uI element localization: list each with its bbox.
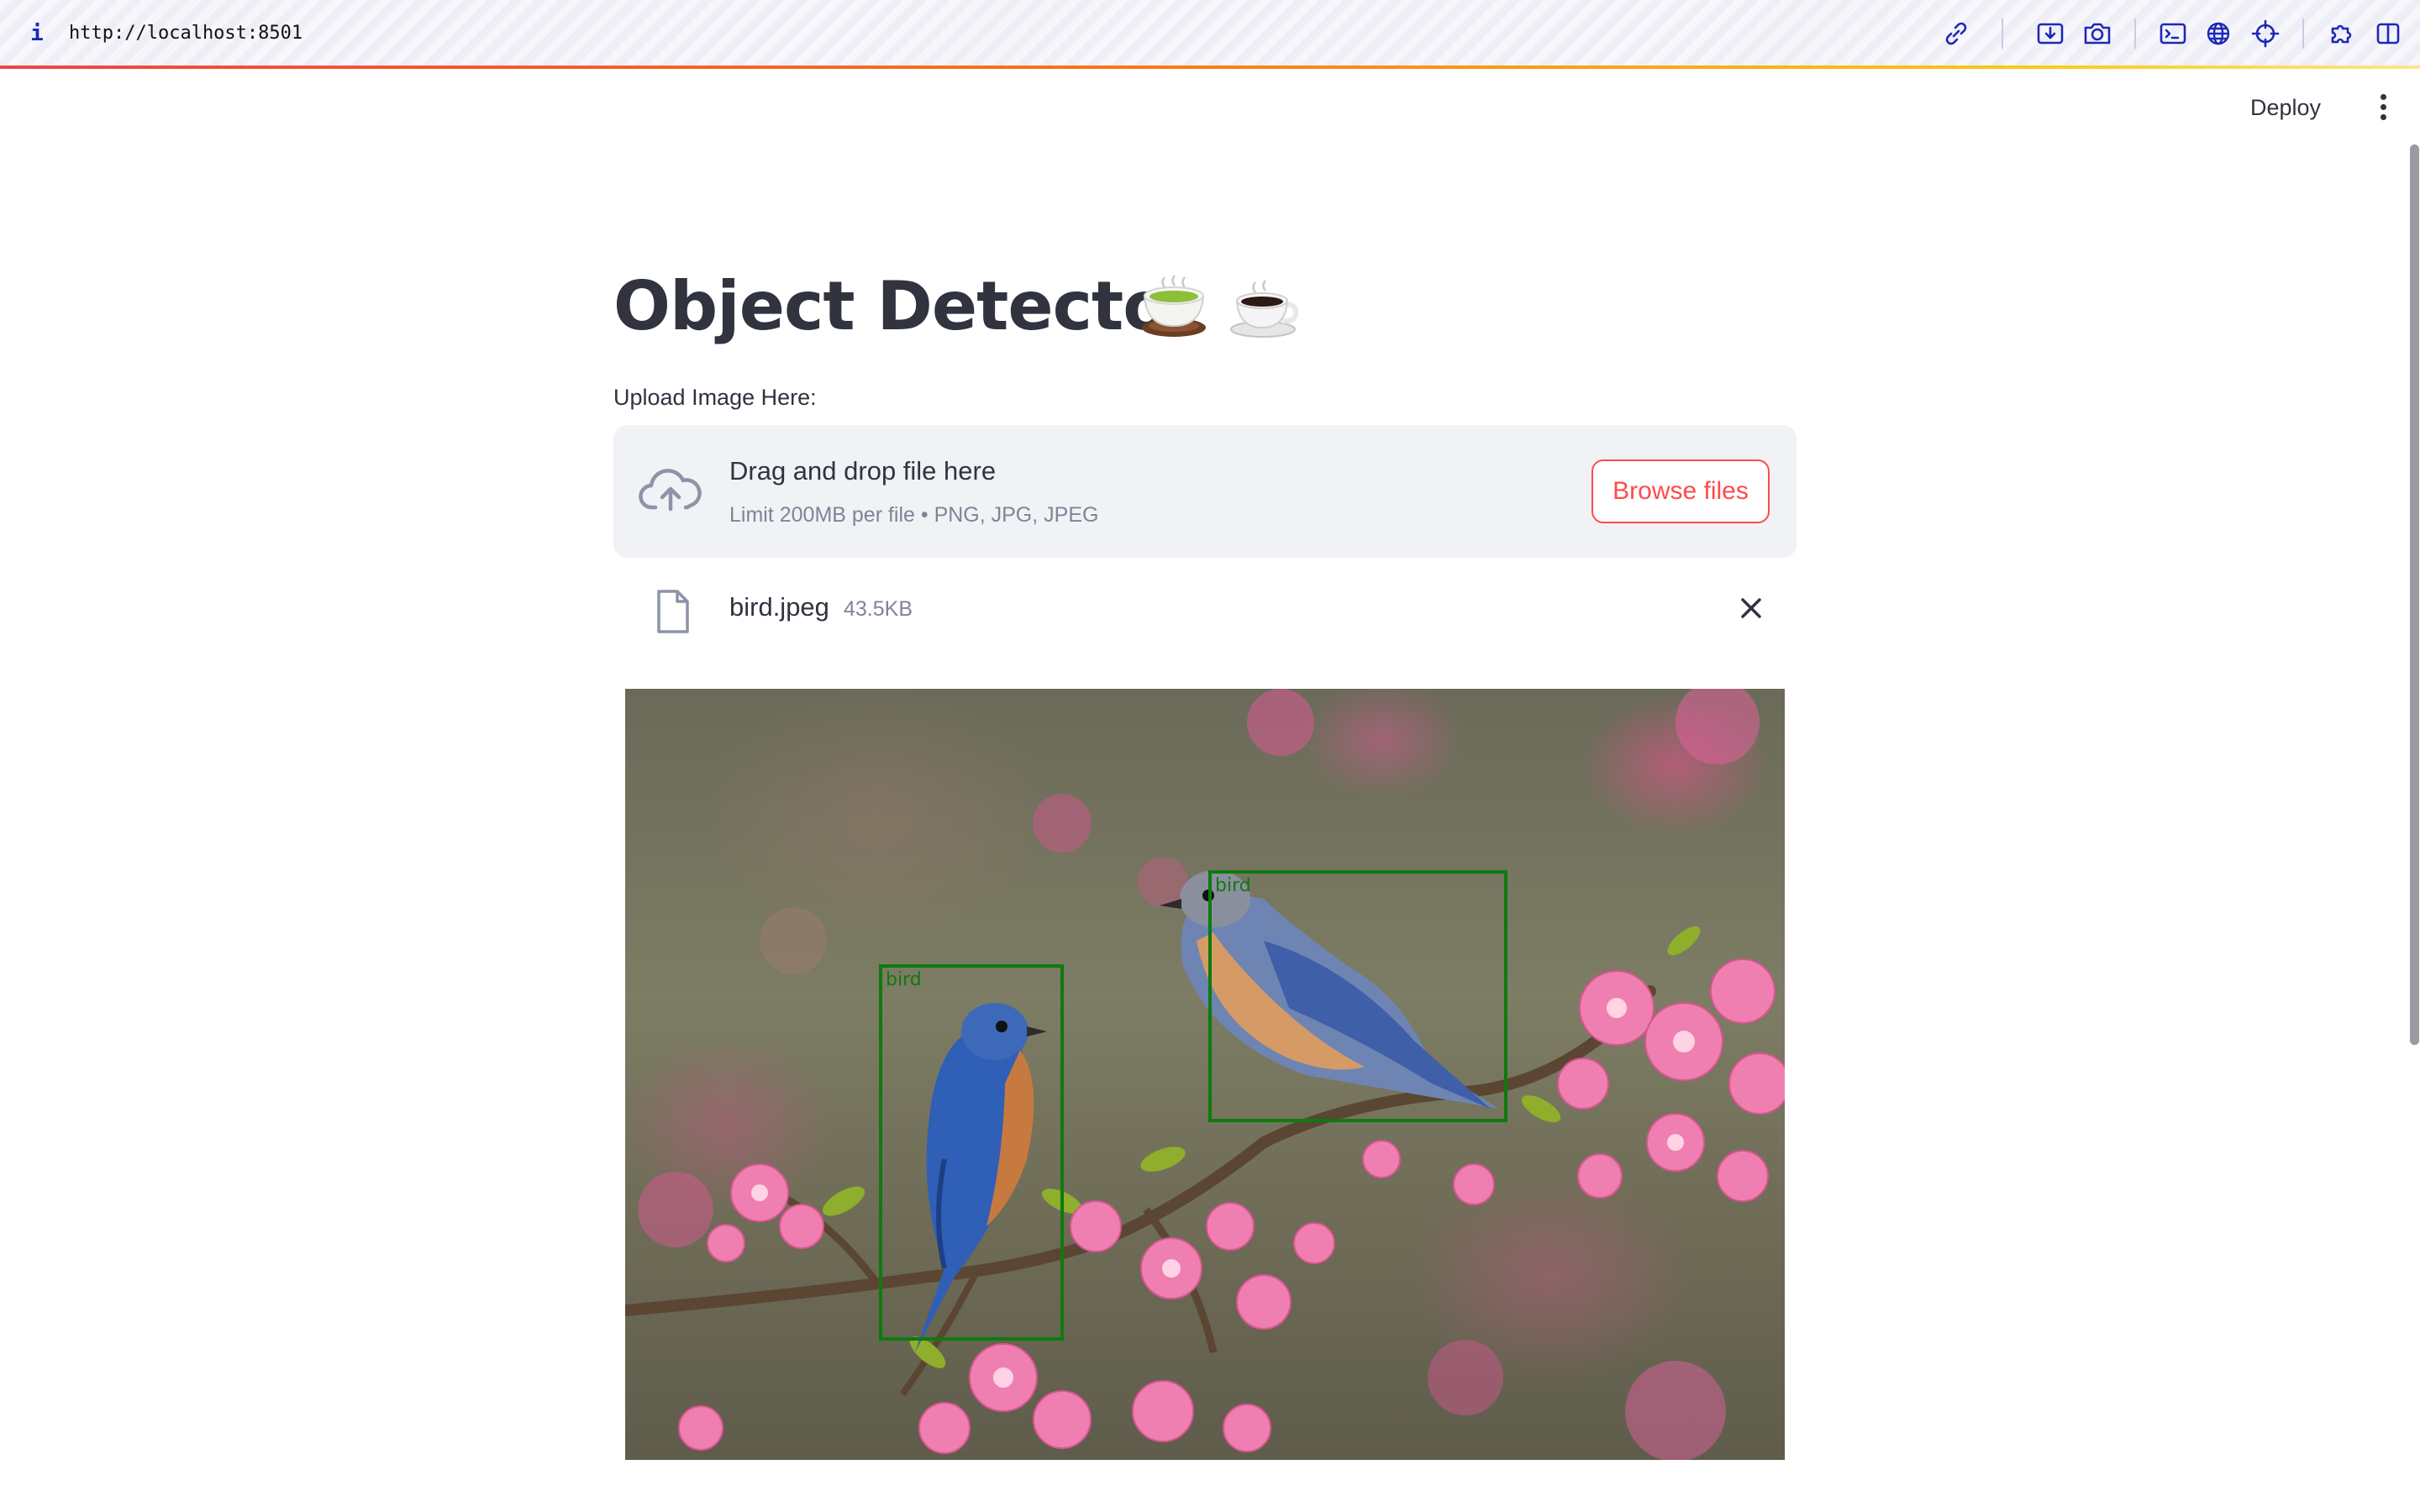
browser-toolbar: i http://localhost:8501 [0,0,2420,67]
dropzone-title: Drag and drop file here [729,456,997,486]
page-title: Object Detector [613,267,1202,345]
terminal-icon[interactable] [2156,17,2190,50]
camera-icon[interactable] [2081,17,2114,50]
detection-box: bird [879,964,1064,1341]
detection-label: bird [1215,875,1251,896]
bird-photo-illustration [625,689,1785,1460]
file-dropzone[interactable]: Drag and drop file here Limit 200MB per … [613,425,1797,558]
toolbar-separator [2134,18,2136,49]
browse-files-button[interactable]: Browse files [1591,459,1770,523]
dropzone-limit-text: Limit 200MB per file • PNG, JPG, JPEG [729,503,1099,527]
info-icon[interactable]: i [29,20,45,47]
loading-progress-line [0,66,2420,69]
detection-label: bird [886,969,922,990]
file-icon [652,588,694,635]
link-icon[interactable] [1939,17,1973,50]
remove-file-close-icon[interactable] [1734,591,1768,625]
uploaded-file-name: bird.jpeg [729,592,829,622]
toolbar-separator [2002,18,2003,49]
download-icon[interactable] [2033,17,2067,50]
detection-box: bird [1208,870,1507,1122]
toolbar-separator [2302,18,2304,49]
uploaded-file-row: bird.jpeg 43.5KB [613,576,1797,640]
split-view-icon[interactable] [2371,17,2405,50]
coffee-cup-icon [1225,267,1301,343]
globe-icon[interactable] [2202,17,2235,50]
crosshair-icon[interactable] [2249,17,2282,50]
scrollbar-thumb[interactable] [2410,144,2419,1045]
deploy-button[interactable]: Deploy [2250,89,2321,126]
address-bar-url[interactable]: http://localhost:8501 [69,20,302,47]
cloud-upload-icon [639,464,702,517]
uploaded-file-size: 43.5KB [844,597,913,621]
kebab-menu-icon[interactable] [2370,91,2396,124]
extension-icon[interactable] [2324,17,2358,50]
tea-cup-icon [1136,267,1212,343]
upload-label: Upload Image Here: [613,385,817,410]
detection-result-image: bird bird [625,689,1785,1460]
